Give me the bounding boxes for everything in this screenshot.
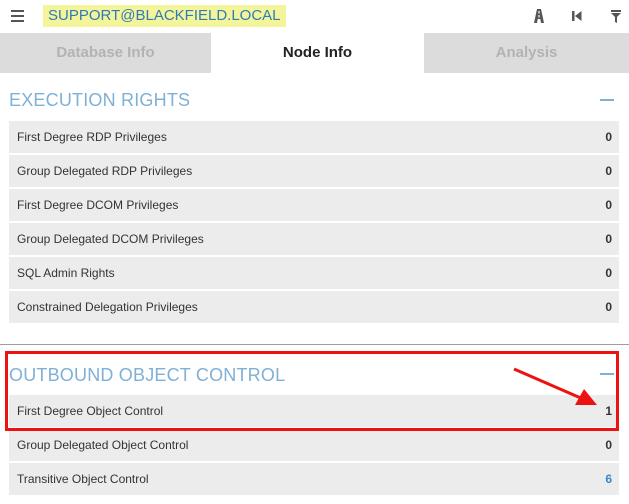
top-bar: SUPPORT@BLACKFIELD.LOCAL (0, 0, 629, 33)
selected-node-label[interactable]: SUPPORT@BLACKFIELD.LOCAL (43, 5, 286, 27)
outbound-object-control-title[interactable]: OUTBOUND OBJECT CONTROL (9, 365, 285, 386)
path-icon[interactable] (531, 8, 547, 24)
tab-database-info[interactable]: Database Info (0, 33, 211, 73)
annotation-arrow-icon (513, 367, 597, 405)
row-value: 1 (605, 404, 612, 418)
row-value: 0 (605, 438, 612, 452)
table-row[interactable]: First Degree DCOM Privileges 0 (9, 189, 619, 223)
table-row[interactable]: Group Delegated Object Control 0 (9, 429, 619, 463)
row-value: 0 (605, 300, 612, 314)
filter-icon[interactable] (610, 8, 622, 24)
row-value-link[interactable]: 6 (605, 463, 612, 495)
tab-node-info[interactable]: Node Info (211, 33, 424, 73)
row-label: Group Delegated DCOM Privileges (17, 232, 204, 246)
row-value: 0 (605, 266, 612, 280)
row-value: 0 (605, 198, 612, 212)
table-row[interactable]: Group Delegated DCOM Privileges 0 (9, 223, 619, 257)
collapse-icon[interactable] (600, 99, 614, 101)
hamburger-icon[interactable] (11, 10, 24, 22)
tab-bar: Database Info Node Info Analysis (0, 33, 629, 73)
tab-analysis[interactable]: Analysis (424, 33, 629, 73)
row-label: First Degree DCOM Privileges (17, 198, 179, 212)
row-value: 0 (605, 130, 612, 144)
row-label: Group Delegated RDP Privileges (17, 164, 193, 178)
section-divider (0, 344, 629, 345)
node-info-panel: EXECUTION RIGHTS First Degree RDP Privil… (0, 73, 629, 504)
row-label: First Degree RDP Privileges (17, 130, 167, 144)
table-row[interactable]: Constrained Delegation Privileges 0 (9, 291, 619, 325)
row-label: Transitive Object Control (17, 472, 149, 486)
row-value: 0 (605, 164, 612, 178)
row-label: Constrained Delegation Privileges (17, 300, 198, 314)
table-row[interactable]: Transitive Object Control 6 (9, 463, 619, 497)
table-row[interactable]: Group Delegated RDP Privileges 0 (9, 155, 619, 189)
table-row[interactable]: SQL Admin Rights 0 (9, 257, 619, 291)
row-label: First Degree Object Control (17, 404, 164, 418)
execution-rights-title[interactable]: EXECUTION RIGHTS (9, 90, 190, 111)
row-label: SQL Admin Rights (17, 266, 115, 280)
row-value: 0 (605, 232, 612, 246)
back-icon[interactable] (571, 8, 583, 24)
row-label: Group Delegated Object Control (17, 438, 189, 452)
table-row[interactable]: First Degree RDP Privileges 0 (9, 121, 619, 155)
